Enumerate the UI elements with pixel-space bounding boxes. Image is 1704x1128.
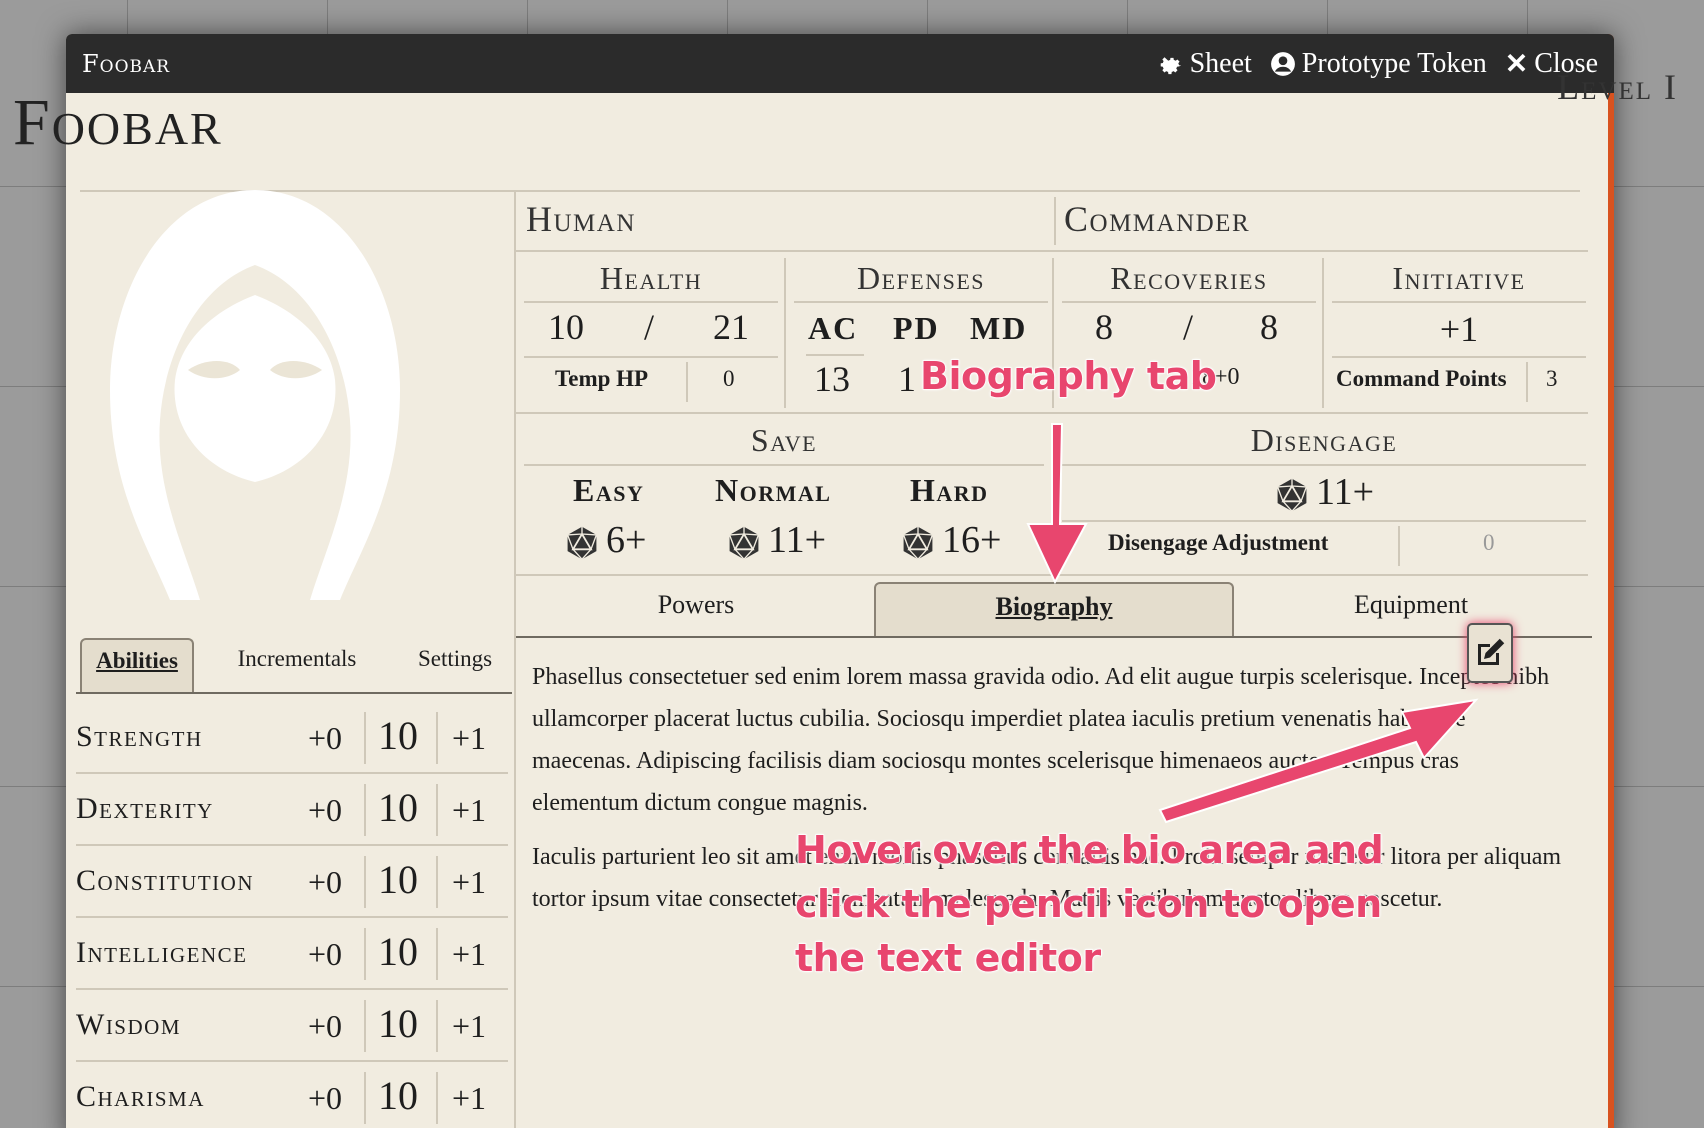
- annotation-hover-line2: click the pencil icon to open: [794, 881, 1383, 927]
- annotation-hover-line3: the text editor: [794, 935, 1102, 981]
- arrow-to-pencil-icon: [1158, 698, 1479, 824]
- annotation-biography-tab: Biography tab: [919, 353, 1217, 399]
- annotation-hover-line1: Hover over the bio area and: [794, 827, 1384, 873]
- arrow-to-biography-tab: [1026, 423, 1088, 585]
